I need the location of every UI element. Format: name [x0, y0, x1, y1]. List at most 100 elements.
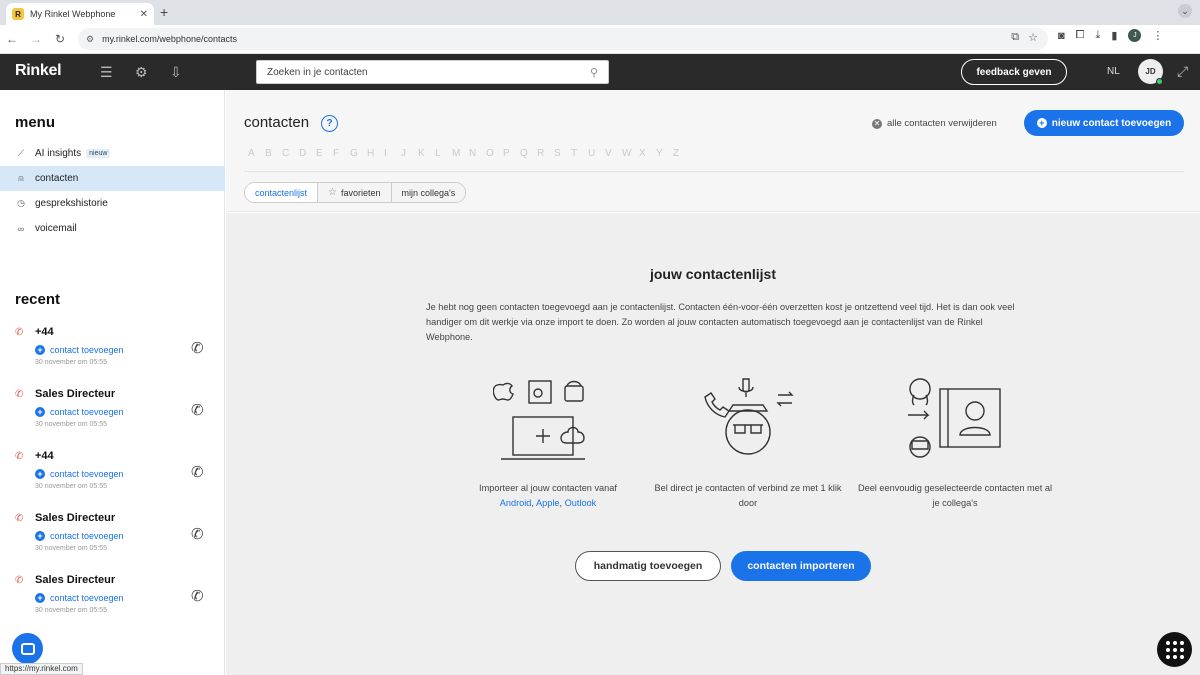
chart-icon: ⟋ [17, 148, 25, 158]
import-contacts-button[interactable]: contacten importeren [731, 551, 871, 581]
clock-icon: ◷ [17, 198, 25, 208]
inbox-download-icon[interactable]: ⇩ [170, 64, 182, 81]
alphabet-letter[interactable]: M [452, 148, 469, 159]
dialpad-button[interactable] [1157, 632, 1192, 667]
add-contact-link[interactable]: + contact toevoegen [35, 345, 124, 355]
recent-call-item[interactable]: ✆ Sales Directeur + contact toevoegen 30 … [0, 386, 225, 448]
phone-icon[interactable]: ✆ [191, 525, 204, 543]
android-link[interactable]: Android [500, 498, 532, 508]
alphabet-letter[interactable]: D [299, 148, 316, 159]
gear-icon[interactable]: ⚙ [135, 64, 148, 81]
search-input[interactable] [267, 66, 590, 78]
new-contact-button[interactable]: + nieuw contact toevoegen [1024, 110, 1184, 136]
add-contact-link[interactable]: + contact toevoegen [35, 407, 124, 417]
alphabet-letter[interactable]: C [282, 148, 299, 159]
alphabet-letter[interactable]: L [435, 148, 452, 159]
chat-support-button[interactable] [12, 633, 43, 664]
manual-add-button[interactable]: handmatig toevoegen [575, 551, 721, 581]
download-icon[interactable]: ⤓ [1095, 29, 1100, 42]
recent-time: 30 november om 05:55 [35, 607, 107, 614]
apple-link[interactable]: Apple [536, 498, 560, 508]
add-contact-label: contact toevoegen [50, 593, 124, 603]
hamburger-icon[interactable]: ☰ [100, 64, 113, 81]
profile-avatar[interactable]: J [1128, 29, 1142, 42]
sidebar-item-contacten[interactable]: ⍝ contacten [0, 166, 225, 191]
phone-icon[interactable]: ✆ [191, 401, 204, 419]
menu-label: voicemail [35, 223, 77, 234]
sidebar-item-gesprekshistorie[interactable]: ◷ gesprekshistorie [0, 191, 225, 216]
alphabet-letter[interactable]: T [571, 148, 588, 159]
tab-contactenlijst[interactable]: contactenlijst [245, 183, 319, 202]
plus-icon: + [35, 531, 45, 541]
add-contact-link[interactable]: + contact toevoegen [35, 593, 124, 603]
rinkel-logo[interactable]: Rinkel [15, 62, 62, 80]
alphabet-letter[interactable]: X [639, 148, 656, 159]
cast-icon[interactable]: ⧉ [1011, 31, 1019, 44]
alphabet-letter[interactable]: F [333, 148, 350, 159]
contact-tabs: contactenlijst ☆ favorieten mijn collega'… [244, 182, 467, 203]
phone-icon[interactable]: ✆ [191, 339, 204, 357]
recent-call-item[interactable]: ✆ +44 + contact toevoegen 30 november om … [0, 324, 225, 386]
add-contact-link[interactable]: + contact toevoegen [35, 531, 124, 541]
alphabet-letter[interactable]: H [367, 148, 384, 159]
dialpad-dot [1179, 640, 1184, 645]
sidepanel-icon[interactable]: ▮ [1111, 29, 1117, 42]
browser-tab[interactable]: R My Rinkel Webphone ✕ [6, 3, 154, 25]
alphabet-letter[interactable]: Y [656, 148, 673, 159]
alphabet-letter[interactable]: E [316, 148, 333, 159]
feedback-button[interactable]: feedback geven [961, 59, 1067, 85]
tab-favorieten[interactable]: ☆ favorieten [318, 183, 392, 202]
search-icon[interactable]: ⚲ [590, 66, 598, 79]
plus-icon: + [35, 469, 45, 479]
delete-all-contacts-button[interactable]: ✕ alle contacten verwijderen [872, 118, 997, 129]
extensions-icon[interactable]: ⧠ [1076, 29, 1085, 42]
recent-call-item[interactable]: ✆ +44 + contact toevoegen 30 november om … [0, 448, 225, 510]
window-menu-icon[interactable]: ⌄ [1178, 4, 1192, 18]
alphabet-letter[interactable]: V [605, 148, 622, 159]
recent-call-item[interactable]: ✆ Sales Directeur + contact toevoegen 30 … [0, 572, 225, 634]
alphabet-letter[interactable]: J [401, 148, 418, 159]
bookmark-star-icon[interactable]: ☆ [1028, 31, 1038, 44]
close-tab-icon[interactable]: ✕ [140, 9, 148, 20]
voicemail-icon: ∞ [17, 223, 25, 234]
forward-icon[interactable]: → [24, 32, 48, 46]
phone-icon[interactable]: ✆ [191, 463, 204, 481]
sidebar-item-ai-insights[interactable]: ⟋ AI insights nieuw [0, 141, 225, 166]
alphabet-letter[interactable]: W [622, 148, 639, 159]
alphabet-letter[interactable]: N [469, 148, 486, 159]
alphabet-letter[interactable]: Q [520, 148, 537, 159]
help-icon[interactable]: ? [321, 115, 338, 132]
alphabet-letter[interactable]: P [503, 148, 520, 159]
alphabet-letter[interactable]: I [384, 148, 401, 159]
new-tab-icon[interactable]: + [160, 4, 168, 20]
delete-all-label: alle contacten verwijderen [887, 118, 997, 129]
alphabet-letter[interactable]: O [486, 148, 503, 159]
alphabet-letter[interactable]: G [350, 148, 367, 159]
add-contact-link[interactable]: + contact toevoegen [35, 469, 124, 479]
add-contact-label: contact toevoegen [50, 407, 124, 417]
address-bar[interactable]: ⚙ my.rinkel.com/webphone/contacts ⧉ ☆ [78, 28, 1048, 50]
expand-icon[interactable]: ⤢ [1177, 63, 1188, 80]
phone-icon[interactable]: ✆ [191, 587, 204, 605]
alphabet-letter[interactable]: B [265, 148, 282, 159]
star-icon: ☆ [328, 187, 337, 198]
recent-caller: +44 [35, 326, 54, 338]
reload-icon[interactable]: ↻ [48, 32, 72, 46]
dialpad-dot [1165, 640, 1170, 645]
back-icon[interactable]: ← [0, 32, 24, 46]
more-menu-icon[interactable]: ⋮ [1152, 29, 1163, 42]
alphabet-letter[interactable]: K [418, 148, 435, 159]
tab-mijn-collegas[interactable]: mijn collega's [391, 183, 466, 202]
site-info-icon[interactable]: ⚙ [86, 34, 94, 45]
camera-icon[interactable]: ◙ [1058, 30, 1065, 42]
language-switch[interactable]: NL [1107, 66, 1120, 77]
alphabet-letter[interactable]: Z [673, 148, 690, 159]
missed-call-icon: ✆ [15, 451, 24, 462]
alphabet-letter[interactable]: U [588, 148, 605, 159]
recent-call-item[interactable]: ✆ Sales Directeur + contact toevoegen 30 … [0, 510, 225, 572]
alphabet-letter[interactable]: A [248, 148, 265, 159]
alphabet-letter[interactable]: R [537, 148, 554, 159]
alphabet-letter[interactable]: S [554, 148, 571, 159]
sidebar-item-voicemail[interactable]: ∞ voicemail [0, 216, 225, 241]
outlook-link[interactable]: Outlook [565, 498, 597, 508]
